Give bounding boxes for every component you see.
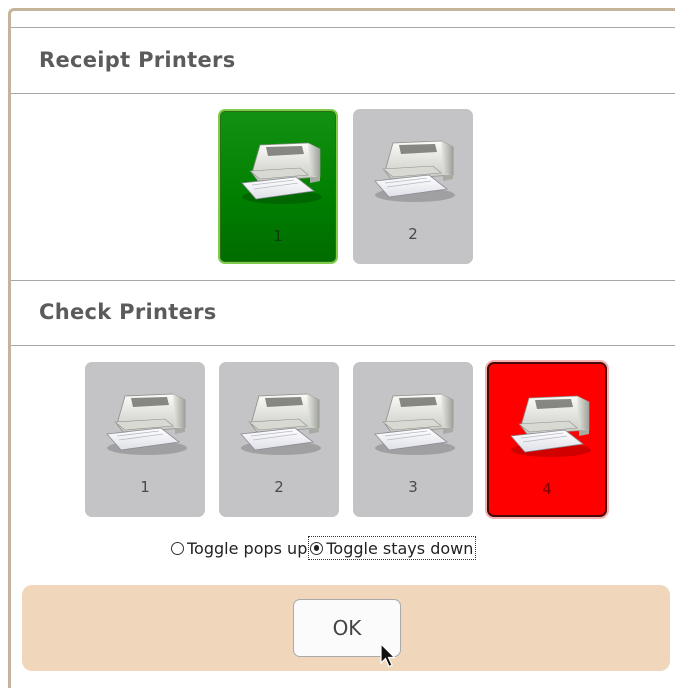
- toggle-stays-down-option[interactable]: Toggle stays down: [308, 536, 477, 560]
- check-printer-4-button[interactable]: 4: [487, 362, 607, 517]
- toggle-pops-up-option[interactable]: Toggle pops up: [170, 537, 309, 559]
- printer-icon: [507, 390, 593, 460]
- check-printer-1-button[interactable]: 1: [85, 362, 205, 517]
- receipt-section-divider: [11, 280, 675, 281]
- toggle-mode-group: Toggle pops up Toggle stays down: [170, 536, 477, 560]
- check-printers-title: Check Printers: [39, 300, 217, 324]
- printer-icon: [238, 137, 324, 207]
- check-title-divider: [11, 345, 675, 346]
- check-printer-2-button[interactable]: 2: [219, 362, 339, 517]
- check-printer-1-label: 1: [140, 478, 150, 496]
- printer-icon: [237, 388, 323, 458]
- printer-icon: [371, 135, 457, 205]
- toggle-pops-up-label: Toggle pops up: [187, 538, 308, 558]
- receipt-printers-title: Receipt Printers: [39, 48, 236, 72]
- receipt-title-divider: [11, 93, 675, 94]
- printer-icon: [371, 388, 457, 458]
- printer-icon: [103, 388, 189, 458]
- receipt-printer-2-button[interactable]: 2: [353, 109, 473, 264]
- arrow-cursor-icon: [380, 643, 396, 668]
- check-printer-3-label: 3: [408, 478, 418, 496]
- toggle-stays-down-radio[interactable]: [310, 541, 324, 555]
- check-printer-4-label: 4: [542, 480, 552, 498]
- toggle-stays-down-label: Toggle stays down: [326, 538, 474, 558]
- receipt-printer-1-label: 1: [273, 227, 283, 245]
- receipt-printer-2-label: 2: [408, 225, 418, 243]
- toggle-pops-up-radio[interactable]: [171, 541, 184, 555]
- top-divider: [11, 27, 675, 28]
- receipt-printer-1-button[interactable]: 1: [218, 109, 338, 264]
- check-printer-2-label: 2: [274, 478, 284, 496]
- check-printer-3-button[interactable]: 3: [353, 362, 473, 517]
